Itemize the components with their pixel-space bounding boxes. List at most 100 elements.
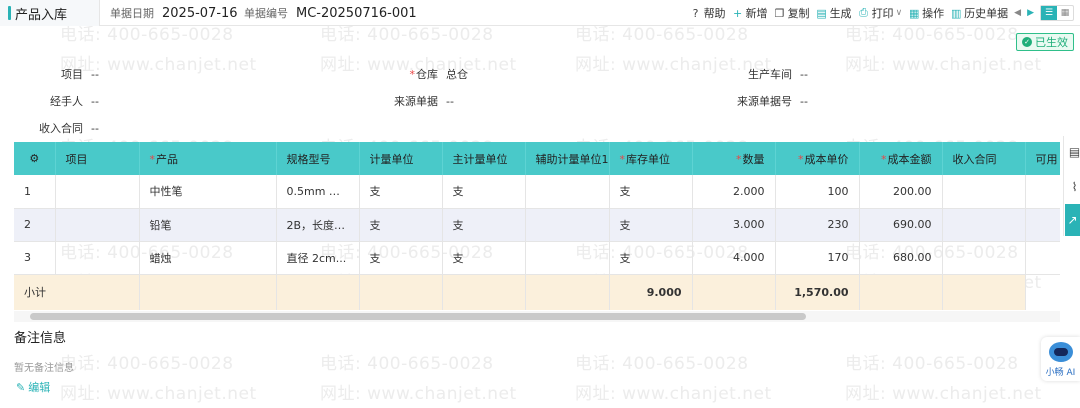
cell-contract[interactable] bbox=[942, 175, 1026, 209]
cell-available[interactable] bbox=[1025, 208, 1060, 242]
cell-project[interactable] bbox=[55, 208, 140, 242]
plus-icon: + bbox=[732, 6, 743, 20]
attachment-icon[interactable]: ⌇ bbox=[1069, 180, 1080, 194]
cell-aux-unit[interactable] bbox=[525, 241, 610, 275]
table-row[interactable]: 3 蜡烛 直径 2cm... 支 支 支 4.000 170 680.00 bbox=[14, 241, 1060, 275]
notes-title: 备注信息 bbox=[14, 331, 67, 346]
column-header-label: 产品 bbox=[156, 152, 178, 166]
cell-aux-unit[interactable] bbox=[525, 175, 610, 209]
field-warehouse[interactable]: *仓库 总仓 bbox=[400, 66, 469, 82]
help-label: 帮助 bbox=[703, 7, 726, 20]
summary-cell bbox=[942, 274, 1026, 310]
next-record-icon[interactable]: ▶ bbox=[1027, 8, 1034, 18]
cell-spec[interactable]: 0.5mm 笔... bbox=[276, 175, 360, 209]
summary-cell bbox=[139, 274, 277, 310]
cell-product[interactable]: 中性笔 bbox=[139, 175, 277, 209]
document-icon: ▤ bbox=[816, 6, 827, 20]
history-icon: ▥ bbox=[950, 6, 962, 20]
cell-available[interactable] bbox=[1025, 241, 1060, 275]
cell-quantity[interactable]: 3.000 bbox=[692, 208, 776, 242]
field-contract[interactable]: 收入合同 -- bbox=[30, 120, 99, 136]
detail-table: ⚙ 项目 *产品 规格型号 计量单位 主计量单位 辅助计量单位1 ... *库存… bbox=[14, 142, 1060, 310]
column-header[interactable]: 规格型号 bbox=[276, 142, 360, 175]
field-source-doc-no[interactable]: 来源单据号 -- bbox=[732, 93, 808, 109]
cell-unit-cost[interactable]: 230 bbox=[775, 208, 860, 242]
summary-cell bbox=[276, 274, 360, 310]
add-button[interactable]: + 新增 bbox=[732, 5, 768, 21]
help-button[interactable]: ? 帮助 bbox=[690, 5, 726, 21]
cell-contract[interactable] bbox=[942, 241, 1026, 275]
cell-unit-cost[interactable]: 170 bbox=[775, 241, 860, 275]
watermark-site: 网址: www.chanjet.net bbox=[845, 55, 1042, 75]
cell-stock-unit[interactable]: 支 bbox=[609, 208, 693, 242]
history-label: 历史单据 bbox=[964, 7, 1009, 20]
watermark-phone: 电话: 400-665-0028 bbox=[320, 354, 494, 374]
required-mark: * bbox=[798, 152, 804, 166]
cell-cost-amount[interactable]: 680.00 bbox=[859, 241, 943, 275]
cell-unit[interactable]: 支 bbox=[359, 241, 443, 275]
cell-unit[interactable]: 支 bbox=[359, 208, 443, 242]
field-handler[interactable]: 经手人 -- bbox=[40, 93, 99, 109]
copy-button[interactable]: ❐ 复制 bbox=[774, 5, 810, 21]
field-project-label: 项目 bbox=[61, 68, 83, 81]
cell-stock-unit[interactable]: 支 bbox=[609, 241, 693, 275]
cell-quantity[interactable]: 4.000 bbox=[692, 241, 776, 275]
column-settings[interactable]: ⚙ bbox=[14, 142, 56, 175]
field-project[interactable]: 项目 -- bbox=[40, 66, 99, 82]
operate-button[interactable]: ▦ 操作 bbox=[908, 5, 944, 21]
column-header[interactable]: 可用 bbox=[1025, 142, 1060, 175]
summary-label: 小计 bbox=[14, 274, 140, 310]
cell-product[interactable]: 铅笔 bbox=[139, 208, 277, 242]
generate-button[interactable]: ▤ 生成 bbox=[816, 5, 852, 21]
horizontal-scrollbar[interactable] bbox=[30, 313, 806, 320]
grid-view-icon[interactable]: ▦ bbox=[1057, 6, 1073, 20]
cell-unit-cost[interactable]: 100 bbox=[775, 175, 860, 209]
document-icon[interactable]: ▤ bbox=[1069, 145, 1080, 159]
column-header[interactable]: 项目 bbox=[55, 142, 140, 175]
column-header[interactable]: *库存单位 bbox=[609, 142, 693, 175]
cell-cost-amount[interactable]: 200.00 bbox=[859, 175, 943, 209]
cell-aux-unit[interactable] bbox=[525, 208, 610, 242]
column-header[interactable]: 收入合同 bbox=[942, 142, 1026, 175]
column-header[interactable]: 辅助计量单位1 ... bbox=[525, 142, 610, 175]
prev-record-icon[interactable]: ◀ bbox=[1014, 8, 1021, 18]
cell-cost-amount[interactable]: 690.00 bbox=[859, 208, 943, 242]
field-source-doc[interactable]: 来源单据 -- bbox=[384, 93, 454, 109]
cell-unit[interactable]: 支 bbox=[359, 175, 443, 209]
column-header[interactable]: *数量 bbox=[692, 142, 776, 175]
status-badge: ✓ 已生效 bbox=[1016, 33, 1074, 51]
cell-quantity[interactable]: 2.000 bbox=[692, 175, 776, 209]
cell-product[interactable]: 蜡烛 bbox=[139, 241, 277, 275]
column-header[interactable]: 主计量单位 bbox=[442, 142, 526, 175]
column-header[interactable]: *成本单价 bbox=[775, 142, 860, 175]
cell-project[interactable] bbox=[55, 175, 140, 209]
edit-notes-button[interactable]: ✎ 编辑 bbox=[16, 379, 50, 395]
history-button[interactable]: ▥ 历史单据 bbox=[950, 5, 1008, 21]
ai-assistant-button[interactable]: 小畅 AI bbox=[1041, 337, 1080, 381]
robot-icon bbox=[1048, 342, 1073, 362]
table-row[interactable]: 2 铅笔 2B，长度 1... 支 支 支 3.000 230 690.00 bbox=[14, 208, 1060, 242]
cell-spec[interactable]: 直径 2cm... bbox=[276, 241, 360, 275]
column-header[interactable]: *产品 bbox=[139, 142, 277, 175]
detail-grid: ⚙ 项目 *产品 规格型号 计量单位 主计量单位 辅助计量单位1 ... *库存… bbox=[14, 142, 1060, 310]
cell-main-unit[interactable]: 支 bbox=[442, 175, 526, 209]
field-workshop[interactable]: 生产车间 -- bbox=[738, 66, 808, 82]
column-header[interactable]: *成本金额 bbox=[859, 142, 943, 175]
print-button[interactable]: ⎙ 打印 ∨ bbox=[858, 5, 902, 21]
column-header[interactable]: 计量单位 bbox=[359, 142, 443, 175]
doc-number-label: 单据编号 bbox=[244, 7, 288, 20]
cell-stock-unit[interactable]: 支 bbox=[609, 175, 693, 209]
cell-available[interactable] bbox=[1025, 175, 1060, 209]
table-row[interactable]: 1 中性笔 0.5mm 笔... 支 支 支 2.000 100 200.00 bbox=[14, 175, 1060, 209]
toolbar: ? 帮助 + 新增 ❐ 复制 ▤ 生成 ⎙ 打印 ∨ ▦ 操作 ▥ 历史单据 ◀ ▶ ☰ ▦ bbox=[690, 0, 1080, 26]
tab-product-inbound[interactable]: 产品入库 bbox=[0, 0, 100, 26]
chart-icon[interactable]: ↗ bbox=[1065, 204, 1080, 236]
generate-label: 生成 bbox=[829, 7, 852, 20]
cell-main-unit[interactable]: 支 bbox=[442, 241, 526, 275]
cell-contract[interactable] bbox=[942, 208, 1026, 242]
cell-spec[interactable]: 2B，长度 1... bbox=[276, 208, 360, 242]
cell-project[interactable] bbox=[55, 241, 140, 275]
cell-main-unit[interactable]: 支 bbox=[442, 208, 526, 242]
printer-icon: ⎙ bbox=[859, 6, 868, 19]
list-view-icon[interactable]: ☰ bbox=[1041, 6, 1057, 20]
